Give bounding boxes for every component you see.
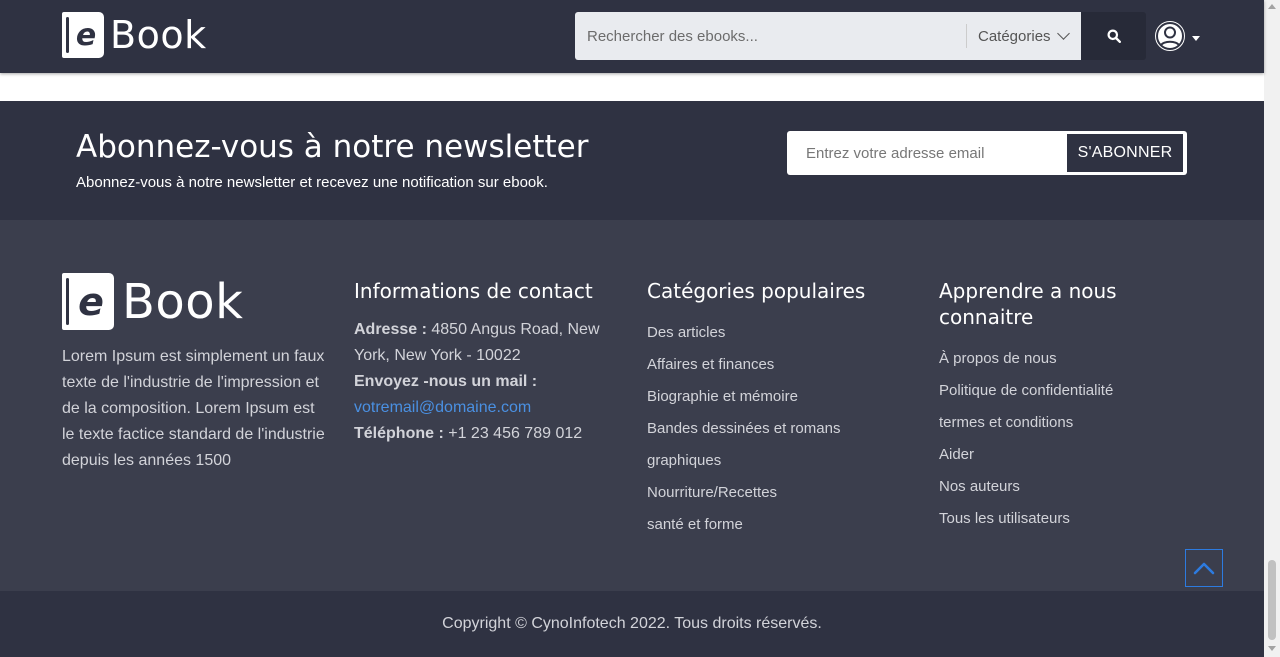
- newsletter-email-input[interactable]: [787, 134, 1067, 172]
- book-logo-icon: e: [62, 273, 114, 330]
- category-link[interactable]: Des articles: [647, 320, 917, 352]
- learn-link[interactable]: Tous les utilisateurs: [939, 506, 1209, 538]
- header-logo[interactable]: e Book: [62, 12, 207, 58]
- category-link[interactable]: santé et forme: [647, 512, 917, 544]
- learn-link[interactable]: À propos de nous: [939, 346, 1209, 378]
- newsletter-subtitle: Abonnez-vous à notre newsletter et recev…: [76, 174, 548, 191]
- search-bar: Catégories: [575, 12, 1146, 60]
- scroll-thumb[interactable]: [1268, 560, 1276, 640]
- logo-letter: e: [75, 17, 97, 53]
- phone-label: Téléphone :: [354, 425, 444, 442]
- contact-email: Envoyez -nous un mail : votremail@domain…: [354, 369, 619, 421]
- logo-word: Book: [122, 273, 244, 330]
- category-link[interactable]: Affaires et finances: [647, 352, 917, 384]
- email-link[interactable]: votremail@domaine.com: [354, 395, 619, 421]
- caret-down-icon: [1192, 35, 1200, 41]
- logo-word: Book: [110, 13, 207, 57]
- newsletter-title: Abonnez-vous à notre newsletter: [76, 129, 589, 165]
- search-icon: [1107, 29, 1121, 43]
- search-button[interactable]: [1081, 12, 1146, 60]
- book-logo-icon: e: [62, 12, 104, 58]
- footer-logo[interactable]: e Book: [62, 273, 243, 330]
- category-link[interactable]: Bandes dessinées et romans: [647, 416, 917, 448]
- page-scrollbar[interactable]: [1264, 0, 1280, 657]
- back-to-top-button[interactable]: [1185, 549, 1223, 587]
- learn-link[interactable]: termes et conditions: [939, 410, 1209, 442]
- search-input[interactable]: [575, 12, 966, 60]
- subscribe-button[interactable]: S'ABONNER: [1067, 134, 1183, 172]
- contact-title: Informations de contact: [354, 279, 593, 303]
- scroll-up-arrow-icon[interactable]: [1268, 4, 1276, 9]
- logo-letter: e: [78, 279, 104, 324]
- newsletter-section: Abonnez-vous à notre newsletter Abonnez-…: [0, 101, 1264, 220]
- category-link[interactable]: Nourriture/Recettes: [647, 480, 917, 512]
- category-link[interactable]: Biographie et mémoire: [647, 384, 917, 416]
- copyright-text: Copyright © CynoInfotech 2022. Tous droi…: [442, 615, 822, 632]
- learn-link[interactable]: Nos auteurs: [939, 474, 1209, 506]
- learn-list: À propos de nous Politique de confidenti…: [939, 346, 1209, 538]
- address-label: Adresse :: [354, 321, 427, 338]
- contact-address: Adresse : 4850 Angus Road, New York, New…: [354, 317, 619, 369]
- learn-link[interactable]: Aider: [939, 442, 1209, 474]
- email-label: Envoyez -nous un mail :: [354, 373, 538, 390]
- phone-value: +1 23 456 789 012: [448, 425, 583, 442]
- newsletter-form: S'ABONNER: [787, 131, 1187, 175]
- category-link[interactable]: graphiques: [647, 448, 917, 480]
- categories-label: Catégories: [978, 27, 1051, 45]
- chevron-down-icon: [1056, 27, 1070, 40]
- learn-title: Apprendre a nous connaitre: [939, 279, 1117, 329]
- categories-title: Catégories populaires: [647, 279, 866, 303]
- copyright-bar: Copyright © CynoInfotech 2022. Tous droi…: [0, 591, 1264, 657]
- site-header: e Book Catégories: [0, 0, 1264, 73]
- scroll-down-arrow-icon[interactable]: [1268, 646, 1276, 651]
- learn-link[interactable]: Politique de confidentialité: [939, 378, 1209, 410]
- contact-info: Adresse : 4850 Angus Road, New York, New…: [354, 317, 619, 447]
- categories-list: Des articles Affaires et finances Biogra…: [647, 320, 917, 544]
- chevron-up-icon: [1193, 562, 1215, 575]
- about-text: Lorem Ipsum est simplement un faux texte…: [62, 348, 325, 469]
- user-avatar-icon: [1155, 21, 1185, 51]
- categories-dropdown[interactable]: Catégories: [966, 12, 1081, 60]
- contact-phone: Téléphone : +1 23 456 789 012: [354, 421, 619, 447]
- user-menu[interactable]: [1154, 20, 1200, 52]
